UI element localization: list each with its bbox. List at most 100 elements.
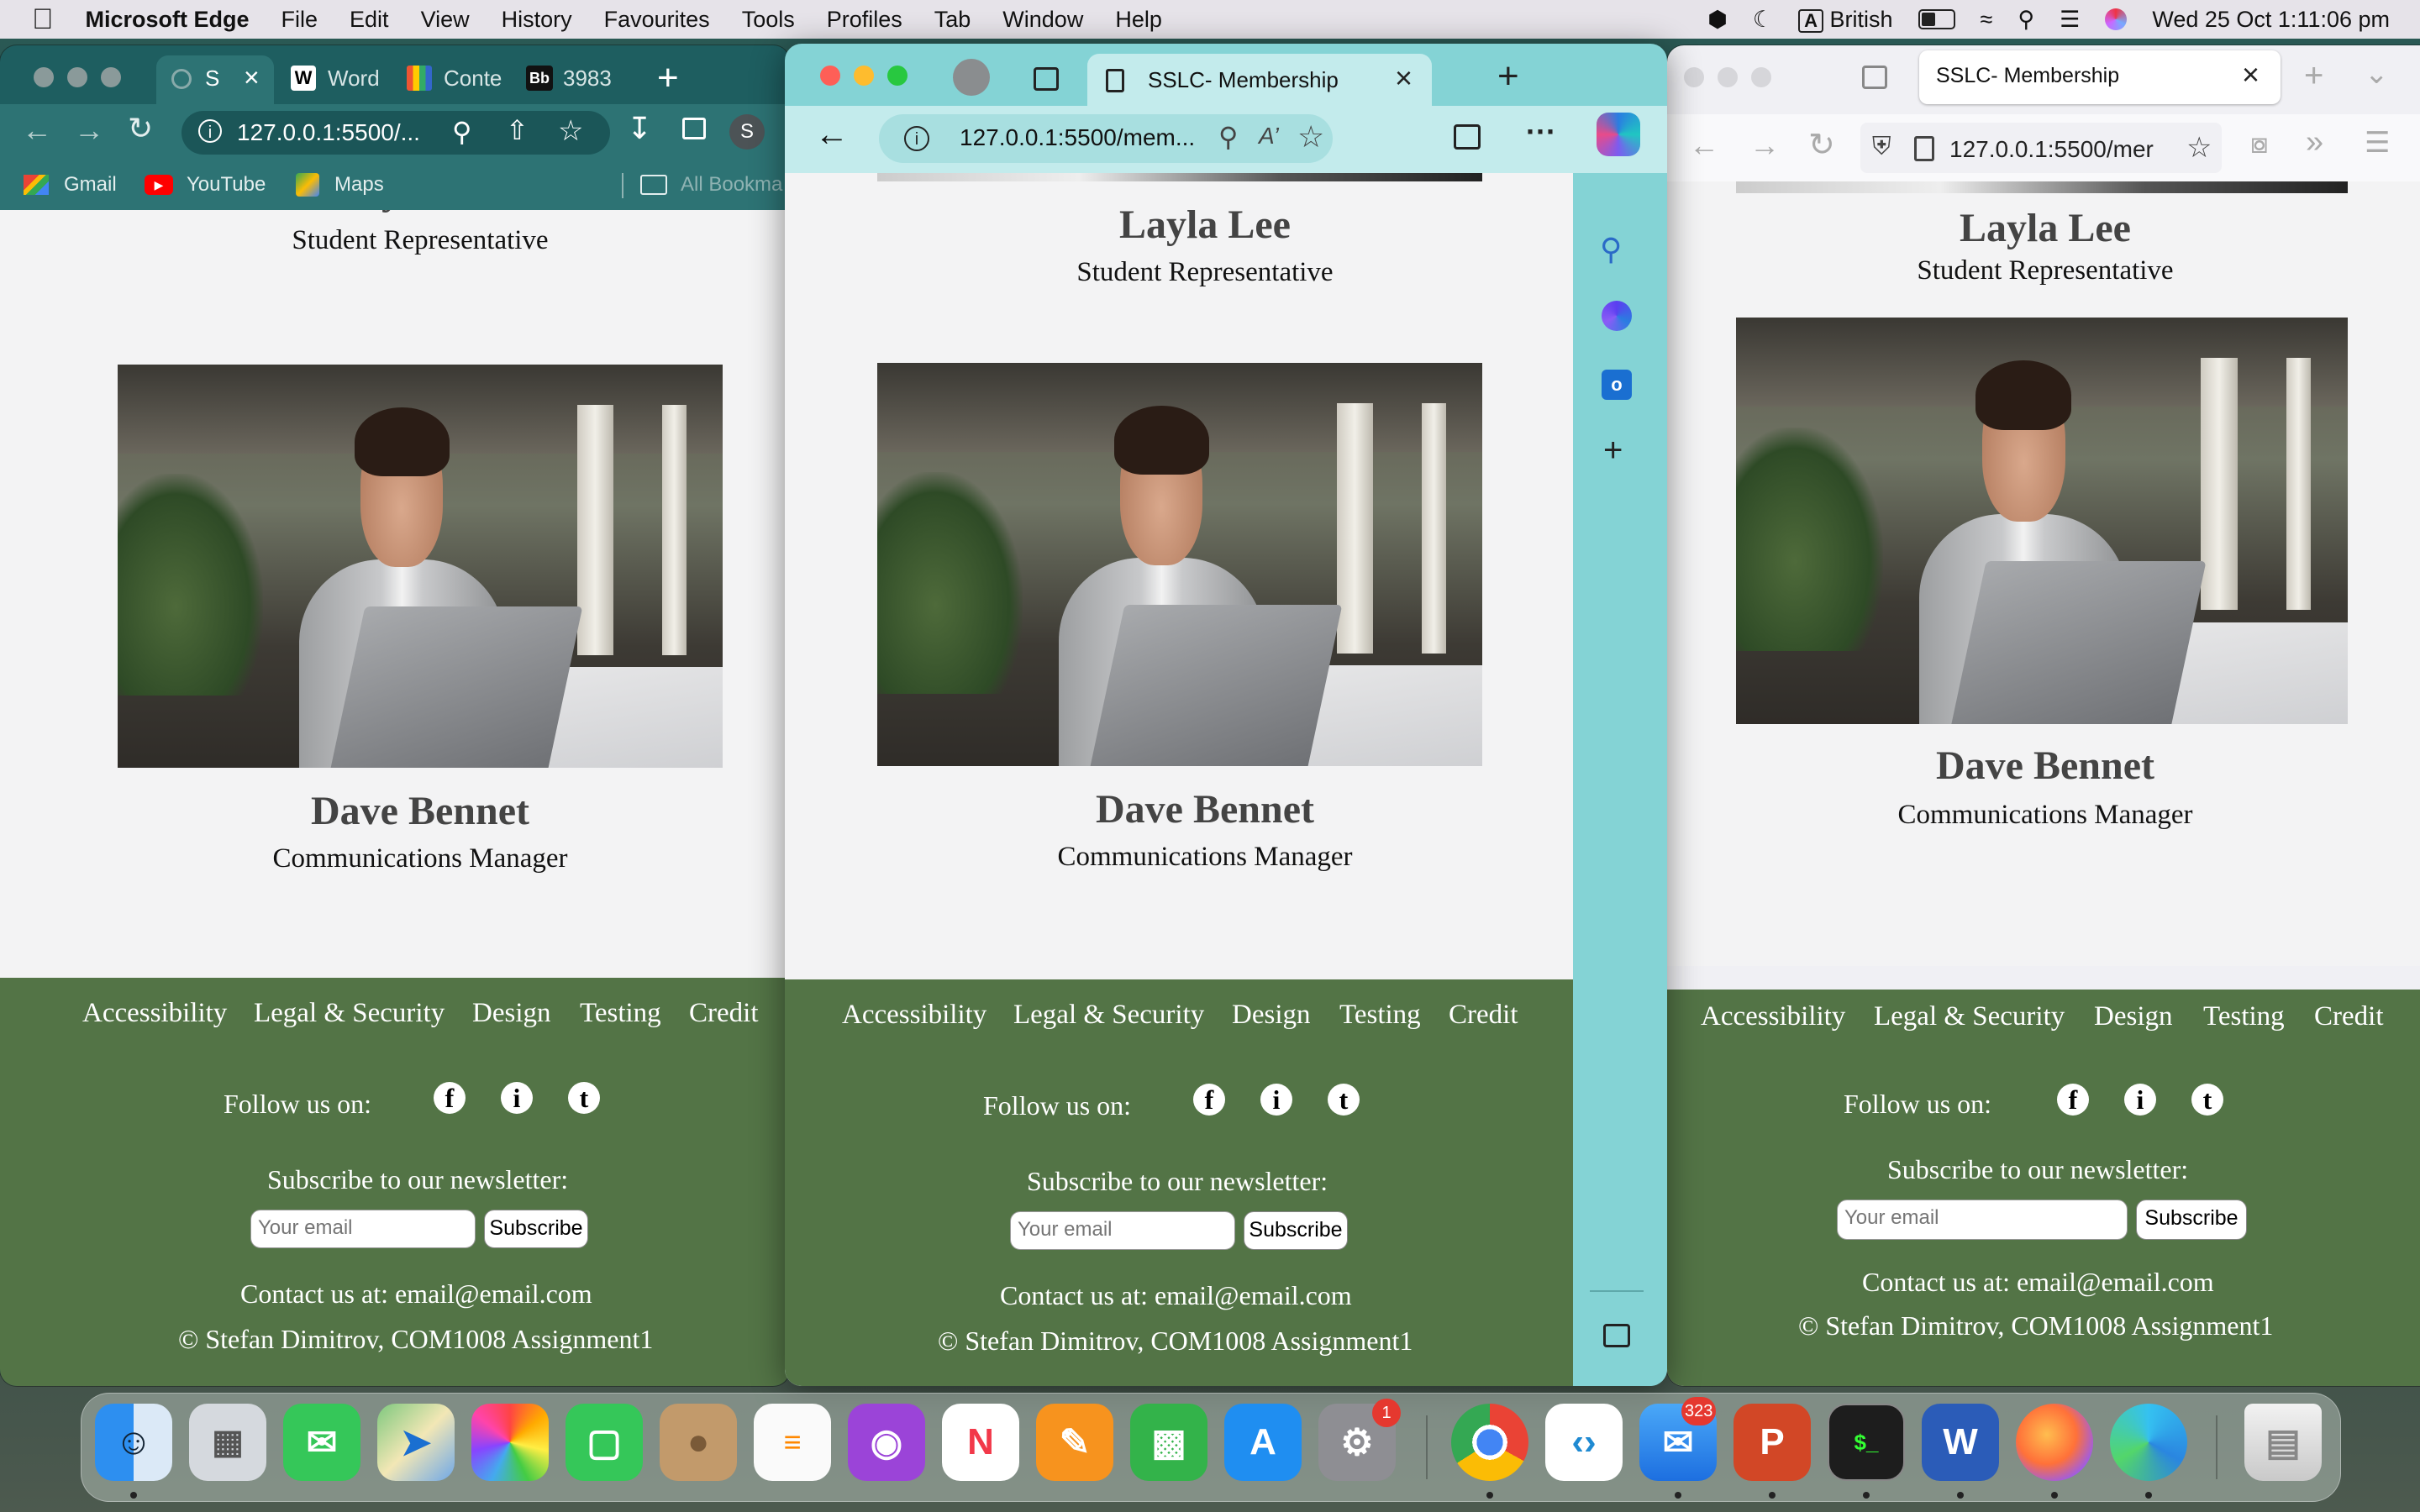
address-bar[interactable]: i 127.0.0.1:5500/... ⚲ ⇧ ☆: [182, 111, 610, 155]
photos-icon[interactable]: [471, 1404, 549, 1481]
tab-word[interactable]: W Word: [284, 62, 385, 99]
tab-sslc-membership[interactable]: SSLC- Membership ×: [1919, 50, 2281, 104]
bookmark-star-icon[interactable]: ☆: [558, 114, 583, 148]
instagram-icon[interactable]: i: [2124, 1084, 2156, 1116]
zoom-window-dot[interactable]: [887, 66, 908, 86]
email-input[interactable]: Your email: [1837, 1200, 2128, 1240]
menu-view[interactable]: View: [421, 7, 470, 33]
close-tab-icon[interactable]: ×: [1395, 60, 1413, 96]
share-icon[interactable]: ⇧: [506, 114, 529, 146]
url-text[interactable]: 127.0.0.1:5500/mem...: [960, 124, 1195, 151]
email-input[interactable]: Your email: [250, 1210, 476, 1248]
footer-link-credit[interactable]: Credit: [689, 998, 758, 1029]
split-screen-icon[interactable]: [1454, 124, 1481, 150]
menu-tools[interactable]: Tools: [742, 7, 795, 33]
bookmark-maps[interactable]: Maps: [334, 173, 384, 197]
instagram-icon[interactable]: i: [1260, 1084, 1292, 1116]
menu-file[interactable]: File: [281, 7, 318, 33]
contacts-icon[interactable]: ●: [660, 1404, 737, 1481]
read-aloud-icon[interactable]: A’: [1259, 123, 1279, 150]
reload-icon[interactable]: ↻: [1808, 126, 1835, 164]
close-window-dot[interactable]: [34, 67, 54, 87]
tab-blackboard[interactable]: Bb 3983: [519, 62, 620, 99]
site-info-icon[interactable]: i: [904, 126, 929, 151]
menu-profiles[interactable]: Profiles: [827, 7, 902, 33]
tab-sslc-active[interactable]: S ×: [156, 55, 274, 104]
tab-actions-icon[interactable]: [1034, 67, 1059, 91]
footer-link-credit[interactable]: Credit: [2314, 1001, 2383, 1032]
word-icon[interactable]: W: [1922, 1404, 1999, 1481]
reload-icon[interactable]: ↻: [128, 111, 153, 146]
numbers-icon[interactable]: ▩: [1130, 1404, 1207, 1481]
maps-icon[interactable]: ➤: [377, 1404, 455, 1481]
tab-sslc-membership[interactable]: SSLC- Membership ×: [1087, 54, 1432, 106]
close-window-dot[interactable]: [1684, 67, 1704, 87]
zoom-window-dot[interactable]: [101, 67, 121, 87]
footer-link-testing[interactable]: Testing: [580, 998, 661, 1029]
control-center-icon[interactable]: ☰: [2060, 7, 2080, 33]
close-window-dot[interactable]: [820, 66, 840, 86]
footer-link-testing[interactable]: Testing: [1339, 1000, 1421, 1031]
input-source-menu[interactable]: A British: [1798, 7, 1893, 33]
email-input[interactable]: Your email: [1010, 1211, 1235, 1250]
facetime-icon[interactable]: ▢: [566, 1404, 643, 1481]
back-icon[interactable]: ←: [1689, 128, 1719, 163]
more-tools-icon[interactable]: »: [2306, 124, 2323, 160]
all-bookmarks[interactable]: All Bookma: [681, 173, 782, 197]
shield-icon[interactable]: ⛨: [1872, 133, 1891, 161]
subscribe-button[interactable]: Subscribe: [1244, 1211, 1348, 1250]
extensions-icon[interactable]: ⧇: [2250, 128, 2269, 160]
firefox-icon[interactable]: [2016, 1404, 2093, 1481]
bookmark-youtube[interactable]: YouTube: [187, 173, 266, 197]
forward-icon[interactable]: →: [74, 113, 104, 148]
menu-edit[interactable]: Edit: [350, 7, 389, 33]
battery-icon[interactable]: [1918, 9, 1955, 29]
powerpoint-icon[interactable]: P: [1733, 1404, 1811, 1481]
tab-overview-icon[interactable]: [1862, 66, 1887, 89]
add-sidebar-app-icon[interactable]: +: [1603, 432, 1623, 470]
news-icon[interactable]: N: [942, 1404, 1019, 1481]
footer-link-legal[interactable]: Legal & Security: [1874, 1001, 2065, 1032]
copilot-icon[interactable]: [1597, 113, 1640, 156]
profile-avatar[interactable]: S: [729, 114, 765, 150]
outlook-icon[interactable]: o: [1602, 370, 1632, 400]
facebook-icon[interactable]: f: [2057, 1084, 2089, 1116]
twitter-icon[interactable]: t: [1328, 1084, 1360, 1116]
footer-link-design[interactable]: Design: [1232, 1000, 1311, 1031]
zoom-window-dot[interactable]: [1751, 67, 1771, 87]
list-all-tabs-icon[interactable]: ⌄: [2365, 57, 2389, 91]
edge-icon[interactable]: [2110, 1404, 2187, 1481]
favourite-star-icon[interactable]: ☆: [1297, 119, 1324, 155]
minimize-window-dot[interactable]: [1718, 67, 1738, 87]
menu-favourites[interactable]: Favourites: [604, 7, 710, 33]
footer-link-legal[interactable]: Legal & Security: [254, 998, 445, 1029]
finder-icon[interactable]: ☺: [95, 1404, 172, 1481]
new-tab-button[interactable]: +: [2304, 57, 2323, 95]
footer-link-legal[interactable]: Legal & Security: [1013, 1000, 1204, 1031]
launchpad-icon[interactable]: ▦: [189, 1404, 266, 1481]
footer-link-accessibility[interactable]: Accessibility: [1701, 1001, 1845, 1032]
menu-window[interactable]: Window: [1002, 7, 1083, 33]
vscode-icon[interactable]: ‹›: [1545, 1404, 1623, 1481]
address-bar[interactable]: i 127.0.0.1:5500/mem... ⚲ A’ ☆: [879, 114, 1333, 163]
app-name-menu[interactable]: Microsoft Edge: [86, 7, 250, 33]
footer-link-design[interactable]: Design: [2094, 1001, 2173, 1032]
new-tab-button[interactable]: +: [1497, 55, 1519, 97]
minimize-window-dot[interactable]: [67, 67, 87, 87]
bookmark-gmail[interactable]: Gmail: [64, 173, 117, 197]
address-bar[interactable]: ⛨ 127.0.0.1:5500/mer ☆: [1860, 123, 2222, 173]
site-info-icon[interactable]: i: [198, 119, 222, 143]
app-store-icon[interactable]: A: [1224, 1404, 1302, 1481]
facebook-icon[interactable]: f: [1193, 1084, 1225, 1116]
terminal-icon[interactable]: $_: [1828, 1404, 1905, 1481]
messages-icon[interactable]: ✉: [283, 1404, 360, 1481]
twitter-icon[interactable]: t: [2191, 1084, 2223, 1116]
pages-icon[interactable]: ✎: [1036, 1404, 1113, 1481]
clock-datetime[interactable]: Wed 25 Oct 1:11:06 pm: [2152, 7, 2390, 33]
sidebar-settings-gear-icon[interactable]: ⚙: [1600, 1383, 1628, 1386]
wifi-icon[interactable]: ≈: [1981, 7, 1993, 33]
search-icon[interactable]: ⚲: [1600, 232, 1622, 267]
menu-help[interactable]: Help: [1115, 7, 1162, 33]
tab-content[interactable]: Conte: [400, 62, 502, 99]
spotlight-search-icon[interactable]: ⚲: [2018, 7, 2034, 33]
